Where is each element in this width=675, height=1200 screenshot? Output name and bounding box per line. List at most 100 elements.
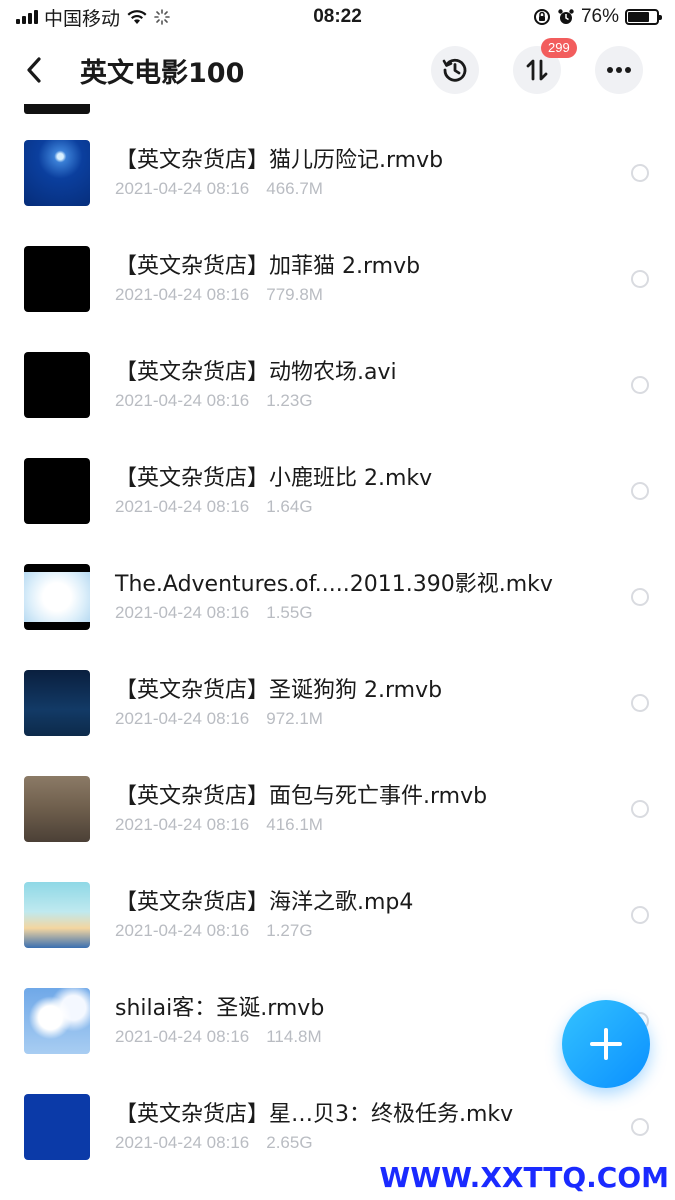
add-button[interactable] (562, 1000, 650, 1088)
select-radio[interactable] (631, 694, 649, 712)
file-info: 【英文杂货店】海洋之歌.mp4 2021-04-24 08:16 1.27G (115, 862, 413, 968)
file-meta: 2021-04-24 08:16 1.64G (115, 497, 432, 517)
file-meta: 2021-04-24 08:16 466.7M (115, 179, 443, 199)
file-thumbnail (24, 352, 90, 418)
transfer-icon (526, 59, 548, 81)
file-name: 【英文杂货店】加菲猫 2.rmvb (115, 254, 421, 279)
rotation-lock-icon (533, 9, 550, 25)
partial-thumbnail (24, 104, 90, 114)
file-date: 2021-04-24 08:16 (115, 815, 250, 834)
signal-icon (16, 10, 38, 24)
file-date: 2021-04-24 08:16 (115, 1133, 250, 1152)
status-left: 中国移动 (16, 4, 170, 31)
file-meta: 2021-04-24 08:16 1.27G (115, 921, 413, 941)
file-name: 【英文杂货店】面包与死亡事件.rmvb (115, 784, 488, 809)
file-info: 【英文杂货店】面包与死亡事件.rmvb 2021-04-24 08:16 416.1… (115, 756, 487, 862)
watermark: WWW.XXTTQ.COM (379, 1161, 669, 1194)
file-info: 【英文杂货店】猫儿历险记.rmvb 2021-04-24 08:16 466.7M (115, 120, 443, 226)
file-size: 1.27G (266, 921, 313, 940)
more-button[interactable] (595, 46, 643, 94)
file-name: 【英文杂货店】圣诞狗狗 2.rmvb (115, 678, 443, 703)
wifi-icon (127, 10, 147, 24)
file-meta: 2021-04-24 08:16 416.1M (115, 815, 487, 835)
file-size: 466.7M (266, 179, 323, 198)
select-radio[interactable] (631, 588, 649, 606)
file-thumbnail (24, 246, 90, 312)
file-thumbnail (24, 988, 90, 1054)
file-meta: 2021-04-24 08:16 2.65G (115, 1133, 513, 1153)
file-meta: 2021-04-24 08:16 1.23G (115, 391, 397, 411)
file-meta: 2021-04-24 08:16 114.8M (115, 1027, 324, 1047)
file-name: shilai客：圣诞.rmvb (115, 996, 325, 1021)
file-name: 【英文杂货店】海洋之歌.mp4 (115, 890, 414, 915)
file-size: 1.23G (266, 391, 313, 410)
more-icon (607, 67, 631, 73)
file-row[interactable]: 【英文杂货店】圣诞狗狗 2.rmvb 2021-04-24 08:16 972.1M (0, 650, 675, 756)
file-meta: 2021-04-24 08:16 1.55G (115, 603, 553, 623)
clock: 08:22 (313, 6, 362, 27)
page-title: 英文电影100 (80, 57, 245, 89)
alarm-icon (558, 9, 574, 24)
select-radio[interactable] (631, 906, 649, 924)
transfer-button[interactable]: 299 (513, 38, 577, 94)
file-info: shilai客：圣诞.rmvb 2021-04-24 08:16 114.8M (115, 968, 324, 1074)
file-size: 2.65G (266, 1133, 313, 1152)
file-info: 【英文杂货店】加菲猫 2.rmvb 2021-04-24 08:16 779.8M (115, 226, 420, 332)
file-name: The.Adventures.of.....2011.390影视.mkv (115, 572, 553, 597)
file-size: 1.55G (266, 603, 313, 622)
file-info: 【英文杂货店】圣诞狗狗 2.rmvb 2021-04-24 08:16 972.1M (115, 650, 442, 756)
file-size: 779.8M (266, 285, 323, 304)
file-size: 972.1M (266, 709, 323, 728)
file-thumbnail (24, 1094, 90, 1160)
file-info: 【英文杂货店】小鹿班比 2.mkv 2021-04-24 08:16 1.64G (115, 438, 432, 544)
file-thumbnail (24, 564, 90, 630)
battery-percent: 76% (580, 6, 619, 27)
select-radio[interactable] (631, 482, 649, 500)
file-meta: 2021-04-24 08:16 779.8M (115, 285, 420, 305)
history-button[interactable] (431, 46, 479, 94)
select-radio[interactable] (631, 270, 649, 288)
loading-spinner-icon (154, 9, 170, 25)
file-info: 【英文杂货店】动物农场.avi 2021-04-24 08:16 1.23G (115, 332, 397, 438)
battery-icon (625, 9, 662, 25)
file-size: 416.1M (266, 815, 323, 834)
file-date: 2021-04-24 08:16 (115, 921, 250, 940)
file-row[interactable]: 【英文杂货店】面包与死亡事件.rmvb 2021-04-24 08:16 416.1… (0, 756, 675, 862)
history-icon (442, 58, 467, 82)
file-row[interactable]: 【英文杂货店】动物农场.avi 2021-04-24 08:16 1.23G (0, 332, 675, 438)
file-date: 2021-04-24 08:16 (115, 285, 250, 304)
file-date: 2021-04-24 08:16 (115, 1027, 250, 1046)
file-date: 2021-04-24 08:16 (115, 179, 250, 198)
file-name: 【英文杂货店】星…贝3：终极任务.mkv (115, 1102, 514, 1127)
carrier-label: 中国移动 (44, 8, 121, 30)
file-row[interactable]: 【英文杂货店】小鹿班比 2.mkv 2021-04-24 08:16 1.64G (0, 438, 675, 544)
file-date: 2021-04-24 08:16 (115, 497, 250, 516)
header-actions: 299 (431, 38, 643, 94)
file-row[interactable]: The.Adventures.of.....2011.390影视.mkv 2021… (0, 544, 675, 650)
file-thumbnail (24, 670, 90, 736)
file-date: 2021-04-24 08:16 (115, 603, 250, 622)
select-radio[interactable] (631, 376, 649, 394)
plus-icon (590, 1028, 622, 1060)
file-thumbnail (24, 458, 90, 524)
transfer-count-badge: 299 (541, 38, 577, 58)
file-row[interactable]: 【英文杂货店】海洋之歌.mp4 2021-04-24 08:16 1.27G (0, 862, 675, 968)
file-thumbnail (24, 882, 90, 948)
file-thumbnail (24, 140, 90, 206)
file-size: 1.64G (266, 497, 313, 516)
select-radio[interactable] (631, 164, 649, 182)
file-date: 2021-04-24 08:16 (115, 709, 250, 728)
select-radio[interactable] (631, 1118, 649, 1136)
file-name: 【英文杂货店】小鹿班比 2.mkv (115, 466, 433, 491)
file-thumbnail (24, 776, 90, 842)
file-row[interactable]: 【英文杂货店】猫儿历险记.rmvb 2021-04-24 08:16 466.7M (0, 120, 675, 226)
file-meta: 2021-04-24 08:16 972.1M (115, 709, 442, 729)
file-date: 2021-04-24 08:16 (115, 391, 250, 410)
select-radio[interactable] (631, 800, 649, 818)
nav-header: 英文电影100 299 (0, 36, 675, 104)
status-bar: 中国移动 08:22 76% (0, 0, 675, 34)
file-row[interactable]: 【英文杂货店】加菲猫 2.rmvb 2021-04-24 08:16 779.8M (0, 226, 675, 332)
file-info: The.Adventures.of.....2011.390影视.mkv 2021… (115, 544, 553, 650)
file-size: 114.8M (266, 1027, 322, 1046)
back-button[interactable] (14, 50, 54, 90)
